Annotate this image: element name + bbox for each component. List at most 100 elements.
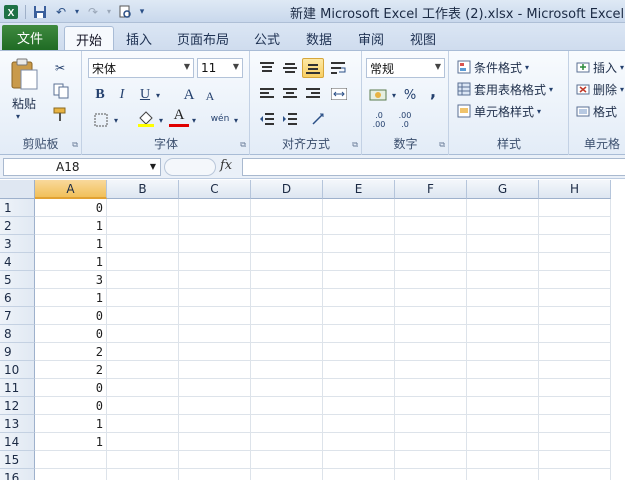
align-right-icon[interactable] (302, 84, 324, 104)
cell-g7[interactable] (467, 307, 539, 325)
cell-g8[interactable] (467, 325, 539, 343)
chevron-down-icon[interactable]: ▼ (435, 62, 441, 71)
accounting-format-icon[interactable] (367, 85, 389, 105)
cell-a9[interactable]: 2 (35, 343, 107, 361)
cell-h9[interactable] (539, 343, 611, 361)
cell-e5[interactable] (323, 271, 395, 289)
cell-a12[interactable]: 0 (35, 397, 107, 415)
cell-h16[interactable] (539, 469, 611, 480)
row-header-3[interactable]: 3 (0, 235, 35, 253)
cell-e9[interactable] (323, 343, 395, 361)
cell-c5[interactable] (179, 271, 251, 289)
underline-dropdown-icon[interactable]: ▾ (153, 88, 163, 102)
cell-d13[interactable] (251, 415, 323, 433)
column-header-d[interactable]: D (251, 180, 323, 199)
cell-h15[interactable] (539, 451, 611, 469)
cell-h2[interactable] (539, 217, 611, 235)
cell-e8[interactable] (323, 325, 395, 343)
merge-center-icon[interactable] (327, 84, 351, 104)
cell-b12[interactable] (107, 397, 179, 415)
cell-g1[interactable] (467, 199, 539, 217)
cell-c11[interactable] (179, 379, 251, 397)
cell-a6[interactable]: 1 (35, 289, 107, 307)
align-top-icon[interactable] (256, 58, 278, 78)
font-name-combo[interactable]: 宋体 ▼ (88, 58, 194, 78)
cell-c7[interactable] (179, 307, 251, 325)
cell-c2[interactable] (179, 217, 251, 235)
cell-b4[interactable] (107, 253, 179, 271)
font-color-dropdown-icon[interactable]: ▾ (189, 113, 199, 127)
redo-dropdown-icon[interactable]: ▾ (105, 3, 113, 21)
print-preview-icon[interactable] (116, 3, 134, 21)
percent-button[interactable]: % (401, 85, 419, 105)
tab-insert[interactable]: 插入 (116, 27, 162, 50)
paste-icon[interactable] (6, 57, 42, 93)
save-icon[interactable] (31, 3, 49, 21)
formula-bar-handle[interactable] (164, 158, 216, 176)
bold-button[interactable]: B (91, 85, 109, 105)
cell-h14[interactable] (539, 433, 611, 451)
delete-cells-button[interactable]: 删除 ▾ (576, 79, 625, 99)
customize-qat-icon[interactable]: ▾ (137, 3, 147, 21)
row-header-14[interactable]: 14 (0, 433, 35, 451)
cell-d11[interactable] (251, 379, 323, 397)
cell-c8[interactable] (179, 325, 251, 343)
tab-file[interactable]: 文件 (2, 25, 58, 50)
cell-d14[interactable] (251, 433, 323, 451)
row-header-11[interactable]: 11 (0, 379, 35, 397)
insert-cells-button[interactable]: 插入 ▾ (576, 57, 625, 77)
cell-c14[interactable] (179, 433, 251, 451)
row-header-10[interactable]: 10 (0, 361, 35, 379)
cell-g2[interactable] (467, 217, 539, 235)
cell-g9[interactable] (467, 343, 539, 361)
column-header-e[interactable]: E (323, 180, 395, 199)
phonetic-dropdown-icon[interactable]: ▾ (231, 113, 241, 127)
format-painter-icon[interactable] (50, 104, 70, 124)
cell-e4[interactable] (323, 253, 395, 271)
cell-b9[interactable] (107, 343, 179, 361)
cell-c15[interactable] (179, 451, 251, 469)
cell-e2[interactable] (323, 217, 395, 235)
fill-color-dropdown-icon[interactable]: ▾ (156, 113, 166, 127)
tab-page-layout[interactable]: 页面布局 (168, 27, 238, 50)
cell-f4[interactable] (395, 253, 467, 271)
cell-d5[interactable] (251, 271, 323, 289)
cell-e6[interactable] (323, 289, 395, 307)
decrease-indent-icon[interactable] (256, 109, 278, 129)
row-header-5[interactable]: 5 (0, 271, 35, 289)
number-launcher-icon[interactable]: ⧉ (439, 140, 445, 150)
cell-g10[interactable] (467, 361, 539, 379)
cell-f5[interactable] (395, 271, 467, 289)
cell-g6[interactable] (467, 289, 539, 307)
cell-a8[interactable]: 0 (35, 325, 107, 343)
cell-d4[interactable] (251, 253, 323, 271)
wrap-text-icon[interactable] (327, 58, 351, 78)
row-header-1[interactable]: 1 (0, 199, 35, 217)
cut-icon[interactable]: ✂ (50, 58, 70, 78)
align-center-icon[interactable] (279, 84, 301, 104)
column-header-b[interactable]: B (107, 180, 179, 199)
spreadsheet-grid[interactable]: A B C D E F G H 1 0 2 1 3 1 4 1 5 3 6 1 7 0 8 0 9 2 10 2 11 0 12 0 13 1 14… (0, 180, 625, 480)
cell-b3[interactable] (107, 235, 179, 253)
alignment-launcher-icon[interactable]: ⧉ (352, 140, 358, 150)
cell-c1[interactable] (179, 199, 251, 217)
cell-e1[interactable] (323, 199, 395, 217)
cell-h13[interactable] (539, 415, 611, 433)
cell-d7[interactable] (251, 307, 323, 325)
cell-b5[interactable] (107, 271, 179, 289)
cell-styles-button[interactable]: 单元格样式 ▾ (457, 101, 567, 121)
column-header-f[interactable]: F (395, 180, 467, 199)
conditional-formatting-button[interactable]: 条件格式 ▾ (457, 57, 567, 77)
cell-a2[interactable]: 1 (35, 217, 107, 235)
cell-g15[interactable] (467, 451, 539, 469)
cell-f6[interactable] (395, 289, 467, 307)
cell-h11[interactable] (539, 379, 611, 397)
cell-h6[interactable] (539, 289, 611, 307)
decrease-decimal-button[interactable]: .00 .0 (393, 109, 417, 131)
row-header-4[interactable]: 4 (0, 253, 35, 271)
cell-h10[interactable] (539, 361, 611, 379)
cell-b15[interactable] (107, 451, 179, 469)
cell-f9[interactable] (395, 343, 467, 361)
cell-b16[interactable] (107, 469, 179, 480)
cell-a4[interactable]: 1 (35, 253, 107, 271)
